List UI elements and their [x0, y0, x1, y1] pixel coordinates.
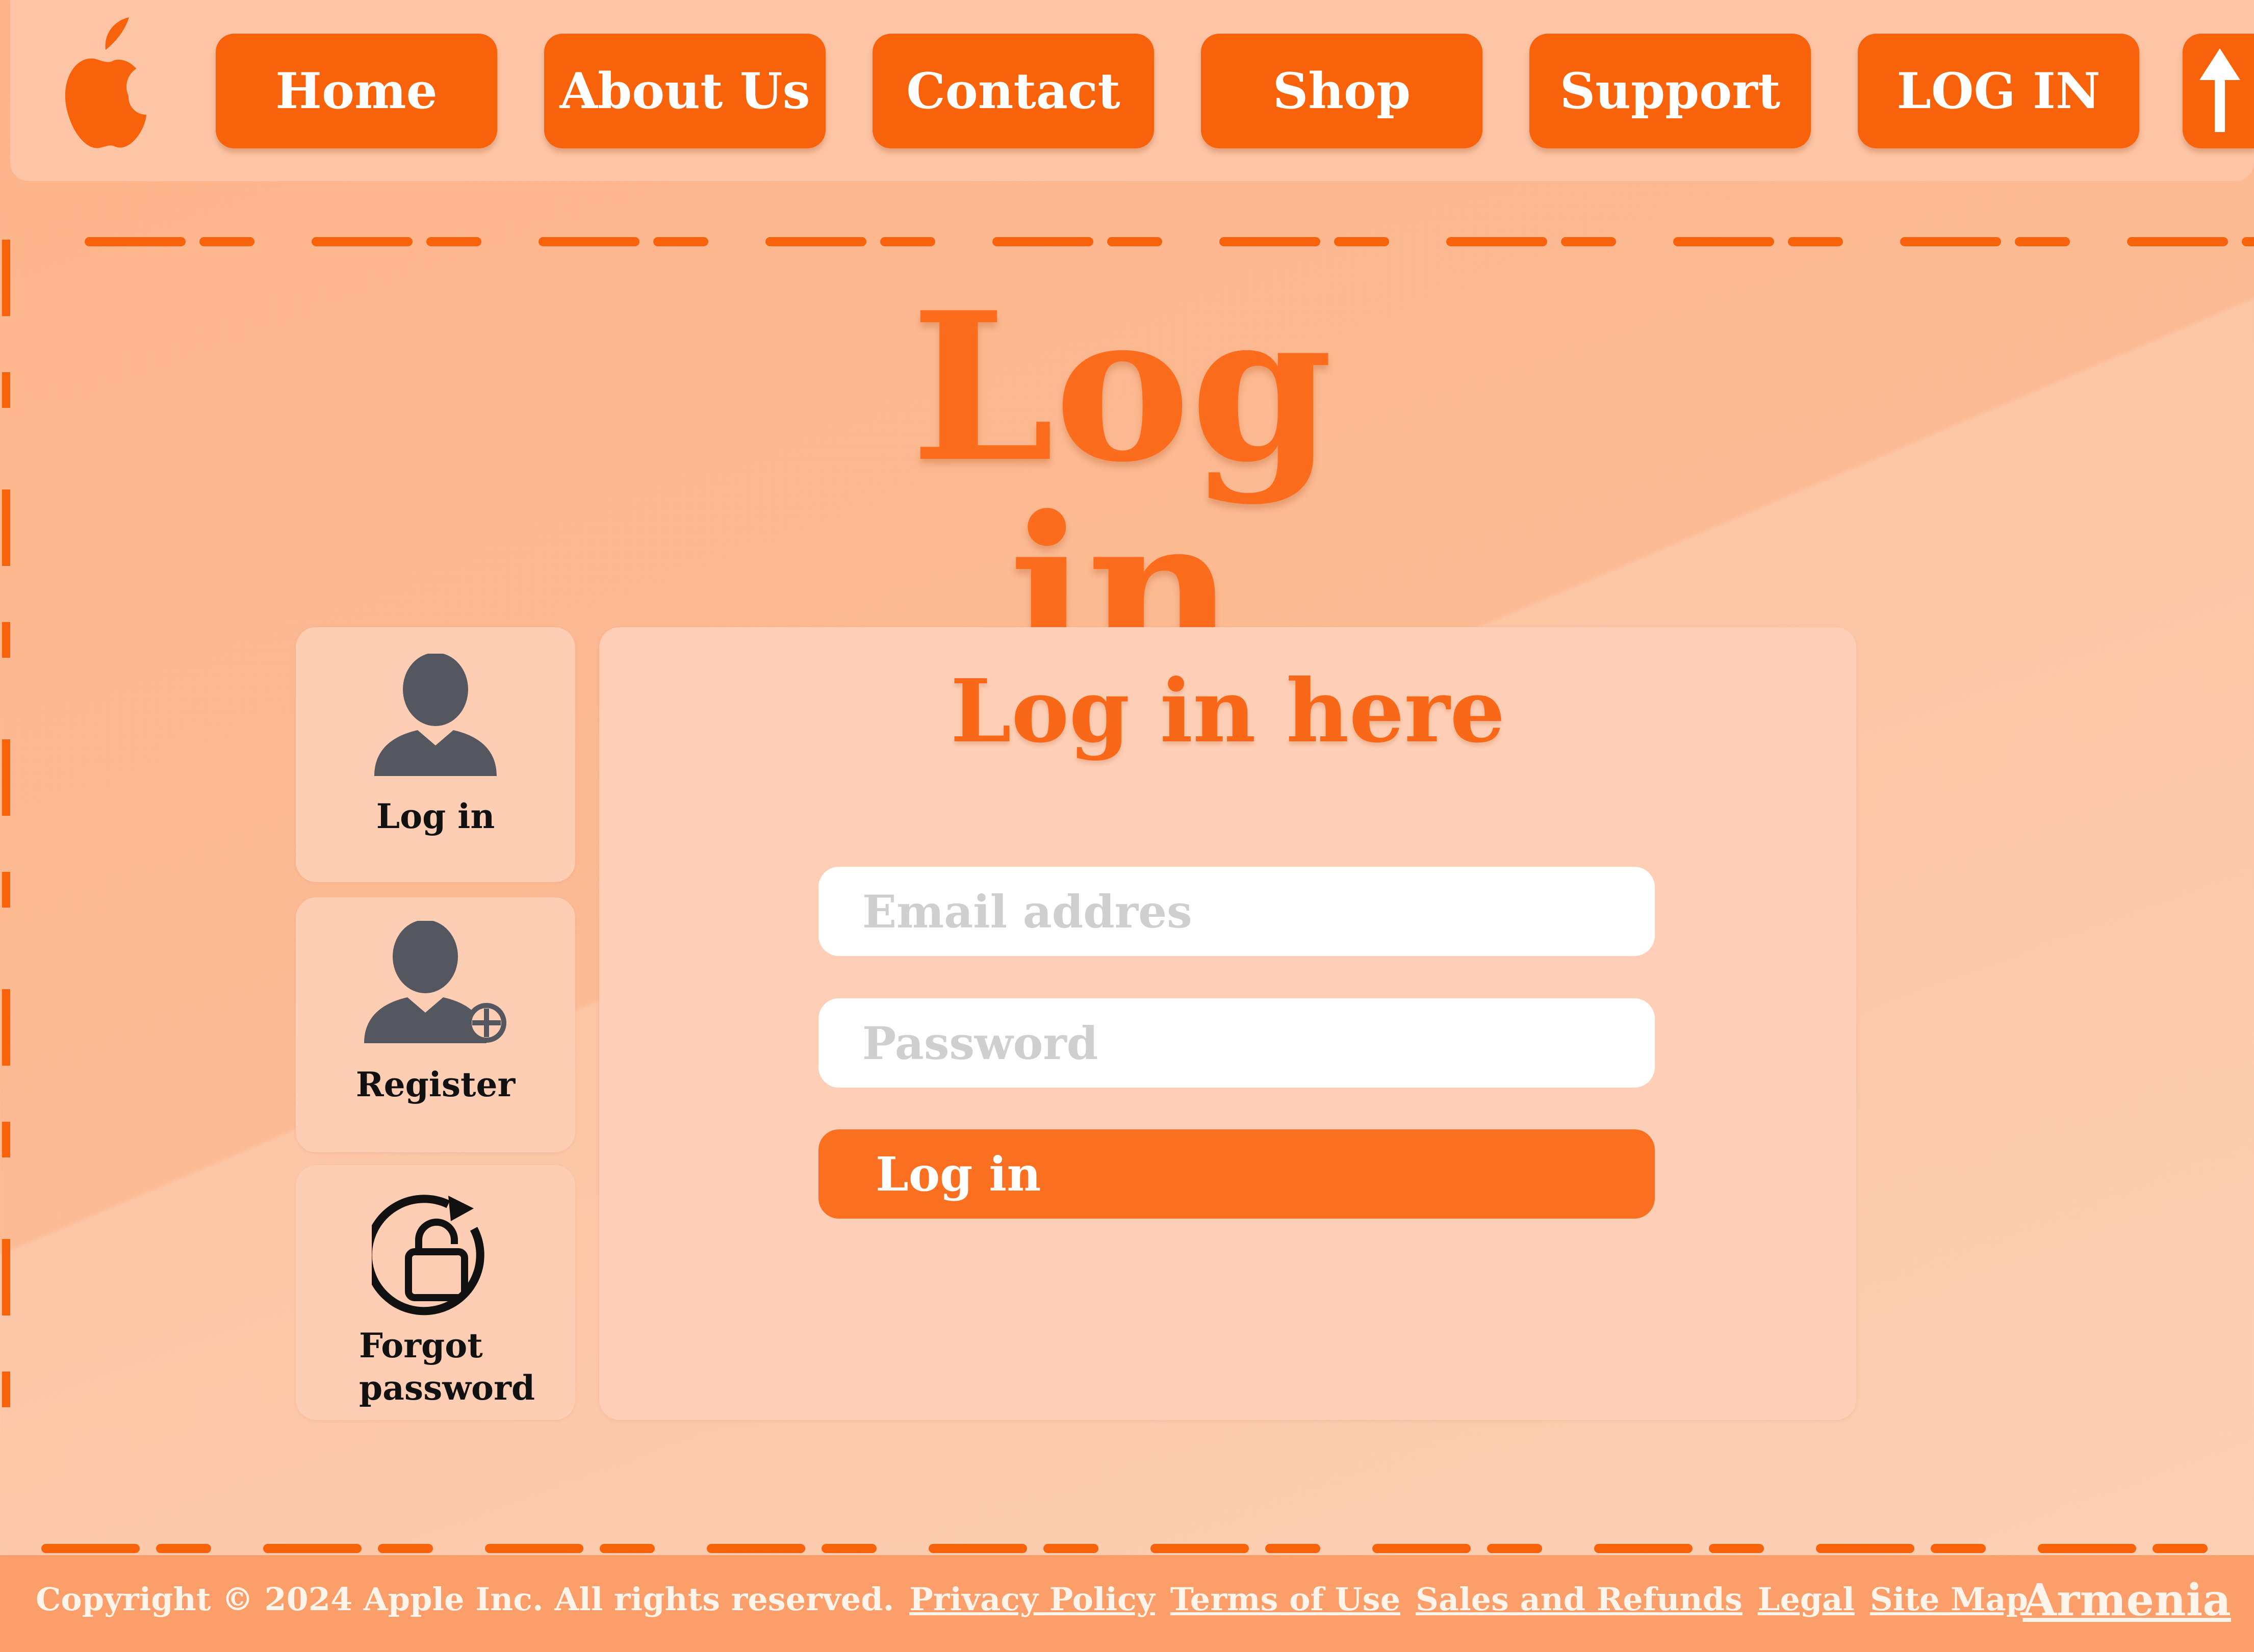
- email-field[interactable]: [818, 867, 1655, 956]
- footer-link-site-map[interactable]: Site Map: [1870, 1581, 2028, 1618]
- side-menu-register[interactable]: Register: [296, 897, 575, 1152]
- scroll-top-button[interactable]: [2183, 34, 2254, 148]
- arrow-up-icon: [2197, 44, 2243, 138]
- lock-reset-icon: [364, 1193, 499, 1323]
- country-selector[interactable]: Armenia: [2022, 1574, 2231, 1626]
- side-menu-forgot-password[interactable]: Forgot password: [296, 1165, 575, 1420]
- nav-log-in[interactable]: LOG IN: [1858, 34, 2139, 148]
- nav-home[interactable]: Home: [216, 34, 497, 148]
- password-field[interactable]: [818, 998, 1655, 1088]
- nav-about-us[interactable]: About Us: [544, 34, 826, 148]
- dashed-divider-left: [2, 240, 10, 1484]
- copyright-text: Copyright © 2024 Apple Inc. All rights r…: [36, 1581, 894, 1618]
- dashed-divider-bottom: [41, 1544, 2254, 1553]
- log-in-button[interactable]: Log in: [818, 1129, 1655, 1219]
- nav-shop[interactable]: Shop: [1201, 34, 1482, 148]
- side-menu-label: Forgot password: [359, 1326, 535, 1408]
- footer-copyright-row: Copyright © 2024 Apple Inc. All rights r…: [36, 1581, 2028, 1618]
- bitten-apple-icon[interactable]: [59, 10, 169, 153]
- footer-link-privacy-policy[interactable]: Privacy Policy: [909, 1581, 1155, 1618]
- footer-link-terms-of-use[interactable]: Terms of Use: [1170, 1581, 1400, 1618]
- footer: Copyright © 2024 Apple Inc. All rights r…: [0, 1555, 2254, 1652]
- nav-contact[interactable]: Contact: [873, 34, 1154, 148]
- user-add-icon: [359, 920, 512, 1050]
- footer-link-sales-and-refunds[interactable]: Sales and Refunds: [1416, 1581, 1743, 1618]
- side-menu-log-in[interactable]: Log in: [296, 627, 575, 882]
- dashed-divider-top: [85, 237, 2254, 246]
- nav-support[interactable]: Support: [1529, 34, 1811, 148]
- top-navigation: Home About Us Contact Shop Support LOG I…: [10, 0, 2254, 181]
- panel-title: Log in here: [950, 660, 1505, 762]
- user-icon: [369, 653, 502, 783]
- footer-link-legal[interactable]: Legal: [1758, 1581, 1855, 1618]
- side-menu-label: Log in: [376, 796, 495, 836]
- side-menu-label: Register: [355, 1065, 516, 1104]
- login-panel: Log in here Log in: [599, 627, 1856, 1420]
